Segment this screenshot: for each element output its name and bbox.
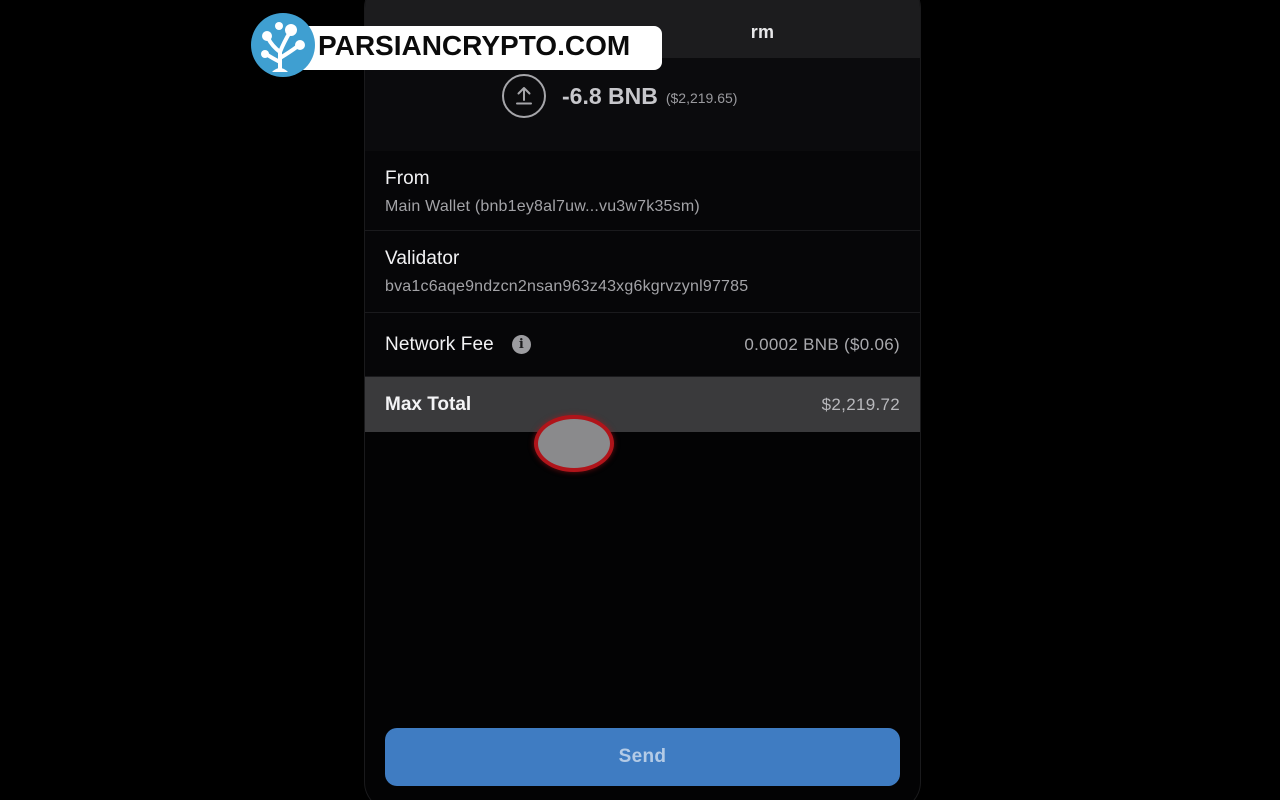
watermark-banner: PARSIANCRYPTO.COM <box>250 12 662 77</box>
network-fee-value: 0.0002 BNB ($0.06) <box>744 334 900 354</box>
upload-arrow-icon <box>502 74 546 118</box>
touch-indicator <box>534 415 614 472</box>
validator-row: Validator bva1c6aqe9ndzcn2nsan963z43xg6k… <box>365 231 920 313</box>
network-fee-label: Network Fee <box>385 333 494 355</box>
phone-screen: rm -6.8 BNB ($2,219.65) From Main Wallet… <box>365 0 920 800</box>
validator-address-value: bva1c6aqe9ndzcn2nsan963z43xg6kgrvzynl977… <box>385 278 749 295</box>
max-total-value: $2,219.72 <box>821 394 900 414</box>
screen-recording: rm -6.8 BNB ($2,219.65) From Main Wallet… <box>0 0 1280 800</box>
tree-network-logo-icon <box>251 13 315 77</box>
from-label: From <box>385 168 430 189</box>
from-wallet-value: Main Wallet (bnb1ey8al7uw...vu3w7k35sm) <box>385 198 700 215</box>
send-button[interactable]: Send <box>385 728 900 786</box>
watermark-text: PARSIANCRYPTO.COM <box>318 30 631 61</box>
upload-arrow-glyph <box>516 87 532 105</box>
amount-row: -6.8 BNB ($2,219.65) <box>502 74 737 118</box>
page-title-text: rm <box>750 22 775 42</box>
validator-label: Validator <box>385 248 460 269</box>
info-icon[interactable]: i <box>511 335 531 354</box>
network-fee-label-group: Network Fee i <box>385 334 531 356</box>
from-row: From Main Wallet (bnb1ey8al7uw...vu3w7k3… <box>365 151 920 231</box>
network-fee-row: Network Fee i 0.0002 BNB ($0.06) <box>365 313 920 377</box>
max-total-row: Max Total $2,219.72 <box>365 377 920 432</box>
max-total-label: Max Total <box>385 393 472 415</box>
amount-fiat-value: ($2,219.65) <box>665 89 738 106</box>
amount-value: -6.8 BNB <box>562 82 658 109</box>
